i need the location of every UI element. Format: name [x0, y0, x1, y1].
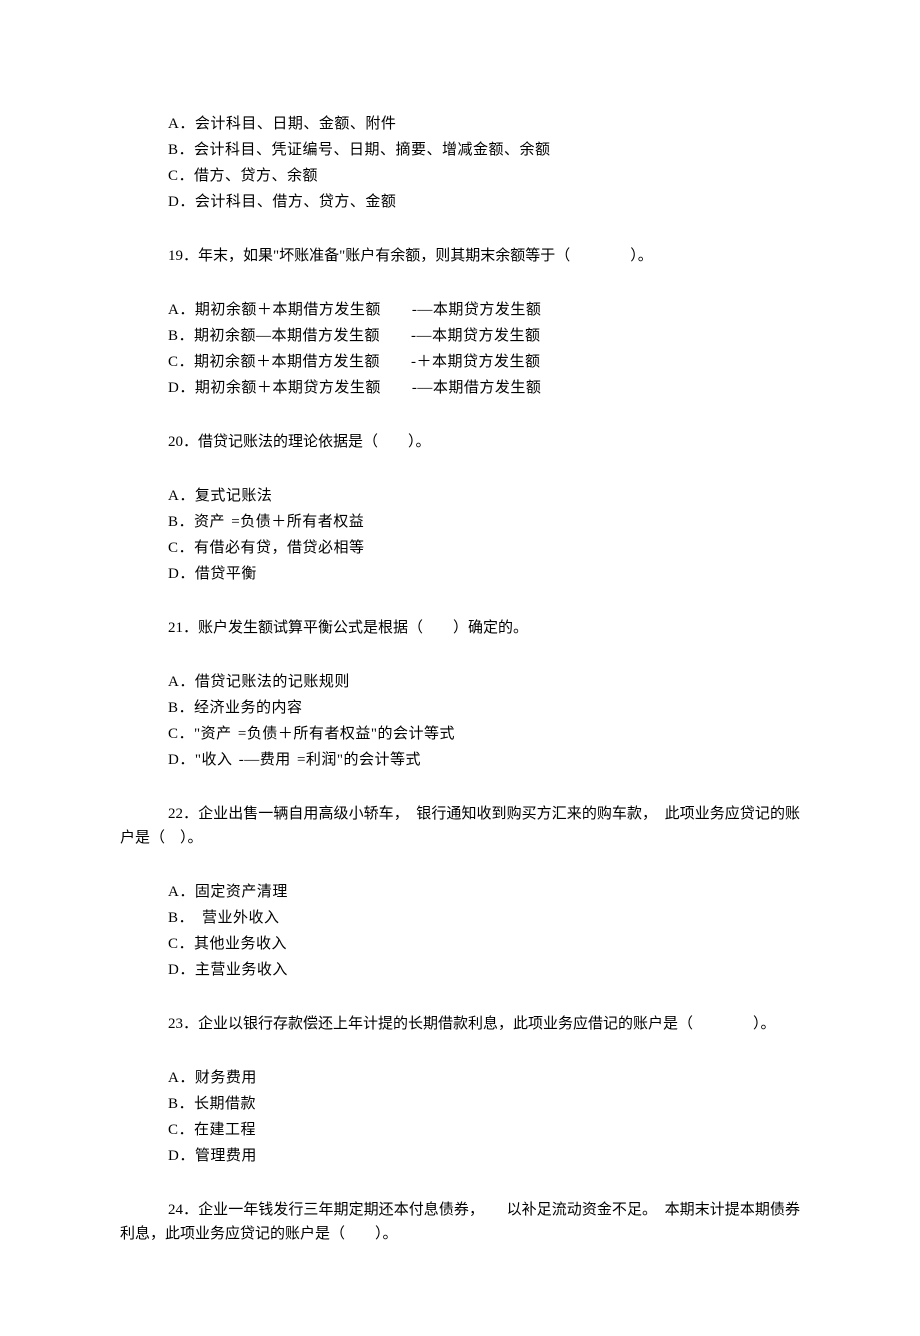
question-20: 20．借贷记账法的理论依据是（ ）。 [168, 430, 800, 454]
question-21: 21．账户发生额试算平衡公式是根据（ ）确定的。 [168, 616, 800, 640]
option-b: B．经济业务的内容 [168, 696, 800, 720]
option-b: B．期初余额—本期借方发生额 -—本期贷方发生额 [168, 324, 800, 348]
option-c: C．"资产 =负债＋所有者权益"的会计等式 [168, 722, 800, 746]
question-24: 24．企业一年钱发行三年期定期还本付息债券， 以补足流动资金不足。 本期末计提本… [120, 1198, 800, 1246]
question-23: 23．企业以银行存款偿还上年计提的长期借款利息，此项业务应借记的账户是（ ）。 [168, 1012, 800, 1036]
option-c: C．有借必有贷，借贷必相等 [168, 536, 800, 560]
option-d: D．主营业务收入 [168, 958, 800, 982]
document-page: A．会计科目、日期、金额、附件 B．会计科目、凭证编号、日期、摘要、增减金额、余… [0, 0, 920, 1336]
option-a: A．固定资产清理 [168, 880, 800, 904]
option-a: A．财务费用 [168, 1066, 800, 1090]
question-22: 22．企业出售一辆自用高级小轿车， 银行通知收到购买方汇来的购车款， 此项业务应… [120, 802, 800, 850]
option-a: A．借贷记账法的记账规则 [168, 670, 800, 694]
option-d: D．管理费用 [168, 1144, 800, 1168]
option-d: D．期初余额＋本期贷方发生额 -—本期借方发生额 [168, 376, 800, 400]
option-b: B．长期借款 [168, 1092, 800, 1116]
option-c: C．借方、贷方、余额 [168, 164, 800, 188]
option-a: A．会计科目、日期、金额、附件 [168, 112, 800, 136]
option-d: D．会计科目、借方、贷方、金额 [168, 190, 800, 214]
question-19: 19．年末，如果"坏账准备"账户有余额，则其期末余额等于（ ）。 [168, 244, 800, 268]
option-c: C．在建工程 [168, 1118, 800, 1142]
option-a: A．期初余额＋本期借方发生额 -—本期贷方发生额 [168, 298, 800, 322]
option-b: B． 营业外收入 [168, 906, 800, 930]
option-b: B．资产 =负债＋所有者权益 [168, 510, 800, 534]
option-b: B．会计科目、凭证编号、日期、摘要、增减金额、余额 [168, 138, 800, 162]
option-c: C．期初余额＋本期借方发生额 -＋本期贷方发生额 [168, 350, 800, 374]
option-c: C．其他业务收入 [168, 932, 800, 956]
option-d: D．借贷平衡 [168, 562, 800, 586]
option-a: A．复式记账法 [168, 484, 800, 508]
option-d: D．"收入 -—费用 =利润"的会计等式 [168, 748, 800, 772]
